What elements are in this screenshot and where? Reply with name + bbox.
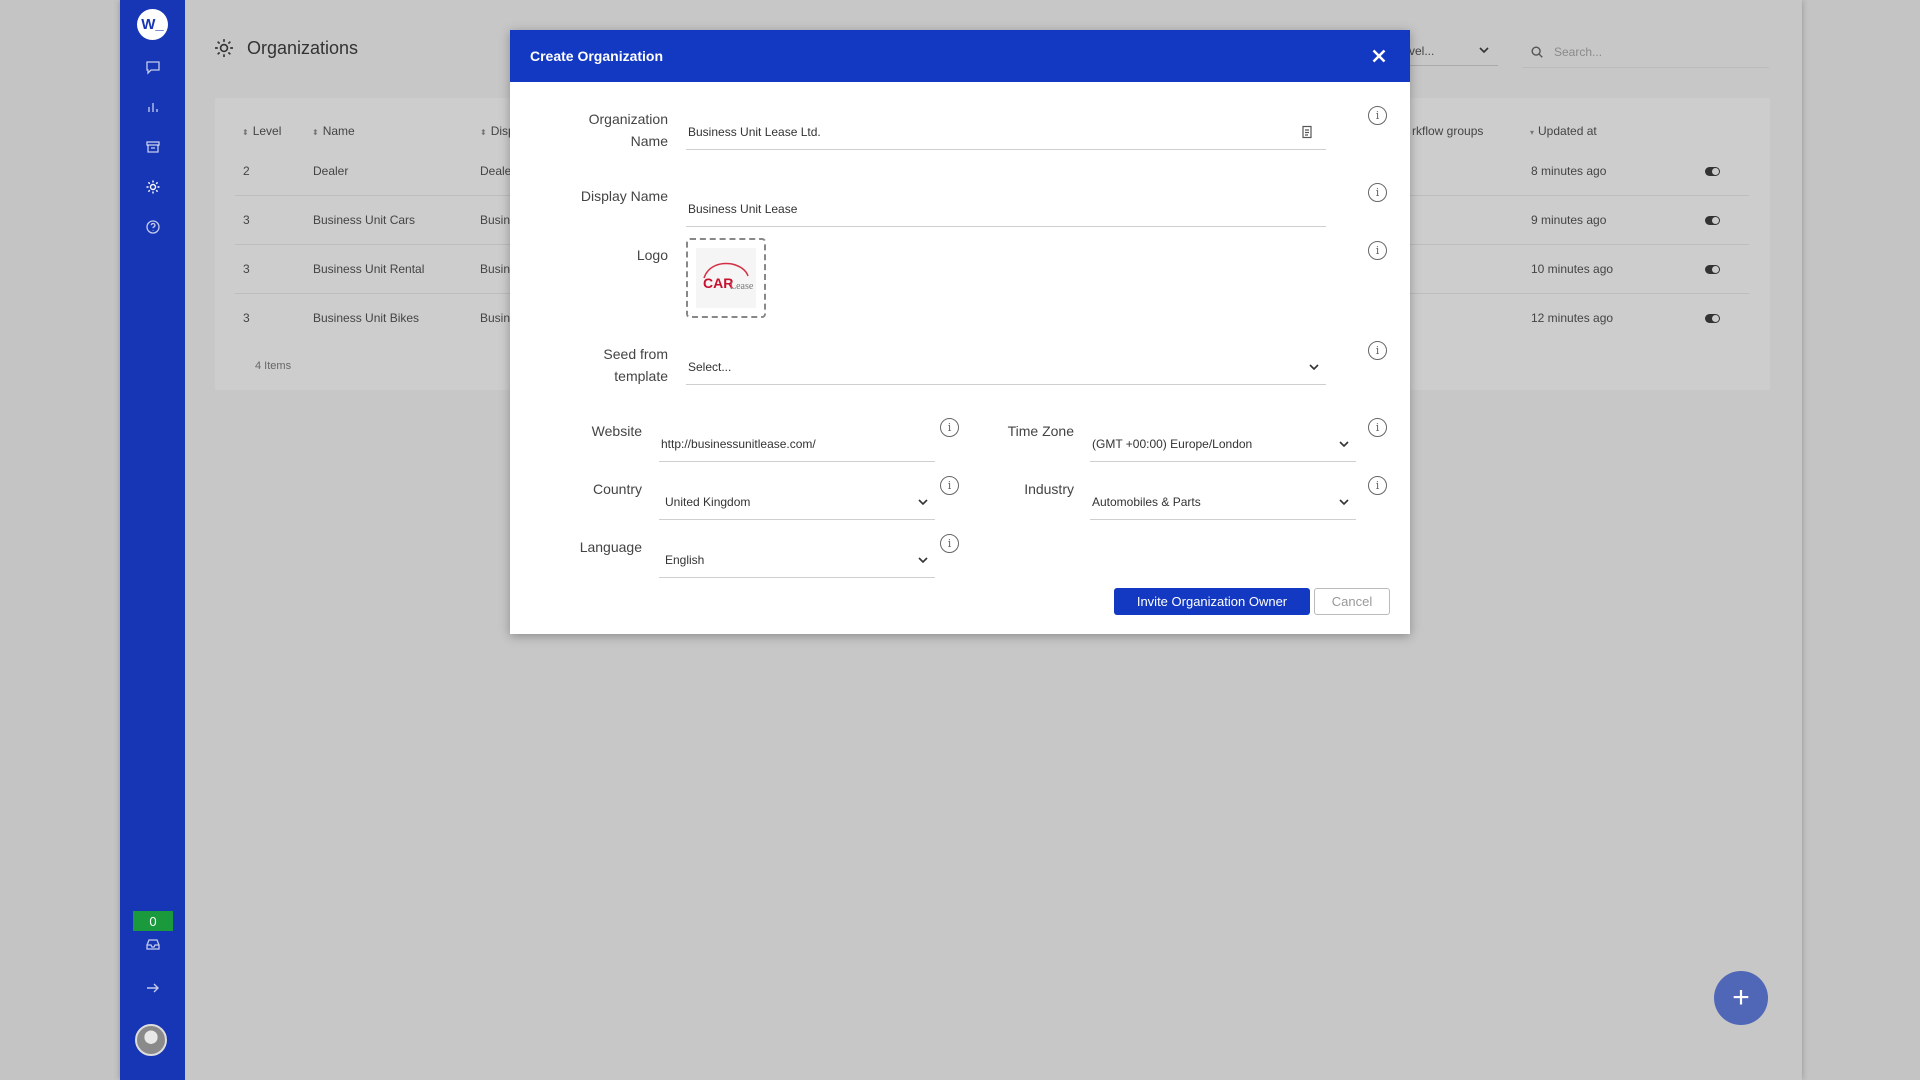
search-placeholder: Search... [1554, 44, 1603, 59]
chevron-down-icon [1479, 47, 1489, 54]
display-name-value: Business Unit Lease [688, 201, 798, 216]
column-header-workflow[interactable]: rkflow groups [1412, 124, 1483, 138]
info-icon[interactable]: i [1368, 341, 1387, 360]
chat-icon[interactable] [142, 56, 164, 78]
inbox-icon[interactable] [142, 933, 164, 955]
cell-level: 3 [243, 311, 250, 325]
search-input[interactable]: Search... [1522, 36, 1769, 68]
search-icon [1531, 45, 1543, 58]
seed-template-label: Seed from template [603, 346, 668, 384]
notification-badge: 0 [133, 911, 173, 931]
row-toggle[interactable] [1705, 314, 1720, 323]
country-select[interactable]: United Kingdom [659, 484, 935, 520]
row-toggle[interactable] [1705, 167, 1720, 176]
cell-updated: 12 minutes ago [1531, 311, 1614, 325]
cell-display: Busin [480, 262, 511, 276]
logo-image: CAR Lease [696, 248, 756, 308]
chevron-down-icon [1309, 364, 1319, 371]
language-value: English [665, 552, 705, 567]
row-toggle[interactable] [1705, 216, 1720, 225]
contact-card-icon [1302, 125, 1312, 139]
country-label: Country [592, 481, 642, 497]
dialog-title: Create Organization [530, 48, 664, 64]
cell-updated: 10 minutes ago [1531, 262, 1614, 276]
chevron-down-icon [1339, 441, 1349, 448]
items-count: 4 Items [255, 360, 292, 372]
page-header: Organizations [213, 37, 358, 59]
website-label: Website [591, 423, 642, 439]
invite-owner-button[interactable]: Invite Organization Owner [1114, 588, 1310, 615]
timezone-value: (GMT +00:00) Europe/London [1092, 436, 1253, 451]
row-toggle[interactable] [1705, 265, 1720, 274]
plus-icon: + [1732, 981, 1750, 1014]
org-name-value: Business Unit Lease Ltd. [688, 124, 821, 139]
logo-label: Logo [636, 247, 668, 263]
org-name-input[interactable]: Business Unit Lease Ltd. [686, 114, 1326, 150]
cell-level: 3 [243, 213, 250, 227]
industry-value: Automobiles & Parts [1092, 494, 1201, 509]
logo-upload[interactable]: CAR Lease [686, 238, 766, 318]
cell-level: 2 [243, 164, 250, 178]
cell-name: Dealer [313, 164, 349, 178]
sidebar: W_ 0 [120, 0, 185, 1080]
add-button[interactable]: + [1714, 971, 1768, 1025]
industry-select[interactable]: Automobiles & Parts [1090, 484, 1356, 520]
app-logo[interactable]: W_ [137, 9, 168, 40]
info-icon[interactable]: i [1368, 106, 1387, 125]
svg-text:Lease: Lease [730, 281, 754, 292]
user-avatar[interactable] [135, 1024, 167, 1056]
website-value: http://businessunitlease.com/ [661, 436, 816, 451]
cell-updated: 8 minutes ago [1531, 164, 1607, 178]
dialog-header: Create Organization [510, 30, 1410, 82]
chevron-down-icon [1339, 499, 1349, 506]
info-icon[interactable]: i [940, 418, 959, 437]
level-filter-select[interactable]: vel... [1405, 36, 1498, 66]
cell-display: Busin [480, 213, 511, 227]
org-name-label: Organization Name [588, 111, 668, 149]
info-icon[interactable]: i [1368, 418, 1387, 437]
seed-template-select[interactable]: Select... [686, 349, 1326, 385]
timezone-select[interactable]: (GMT +00:00) Europe/London [1090, 426, 1356, 462]
display-name-label: Display Name [580, 188, 668, 204]
cell-name: Business Unit Bikes [313, 311, 420, 325]
chevron-down-icon [918, 557, 928, 564]
info-icon[interactable]: i [1368, 183, 1387, 202]
chart-icon[interactable] [142, 96, 164, 118]
info-icon[interactable]: i [940, 534, 959, 553]
language-label: Language [579, 539, 642, 555]
gear-icon[interactable] [142, 176, 164, 198]
cell-level: 3 [243, 262, 250, 276]
page-title: Organizations [247, 37, 359, 58]
info-icon[interactable]: i [940, 476, 959, 495]
info-icon[interactable]: i [1368, 476, 1387, 495]
industry-label: Industry [1024, 481, 1074, 497]
column-header-level[interactable]: ⬍ Level [242, 124, 281, 138]
seed-template-value: Select... [688, 359, 732, 374]
cell-name: Business Unit Rental [313, 262, 425, 276]
gear-icon [215, 39, 233, 57]
info-icon[interactable]: i [1368, 241, 1387, 260]
arrow-right-icon[interactable] [142, 977, 164, 999]
website-input[interactable]: http://businessunitlease.com/ [659, 426, 935, 462]
svg-text:CAR: CAR [703, 275, 733, 291]
chevron-down-icon [918, 499, 928, 506]
cancel-button[interactable]: Cancel [1314, 588, 1390, 615]
timezone-label: Time Zone [1007, 423, 1074, 439]
create-organization-dialog: Create Organization Organization Name Bu… [510, 30, 1410, 634]
cell-display: Deale [480, 164, 512, 178]
cell-display: Busin [480, 311, 511, 325]
language-select[interactable]: English [659, 542, 935, 578]
help-icon[interactable] [142, 216, 164, 238]
level-filter-value: vel... [1409, 43, 1435, 58]
close-icon[interactable] [1368, 45, 1390, 67]
column-header-name[interactable]: ⬍ Name [312, 124, 355, 138]
cell-name: Business Unit Cars [313, 213, 416, 227]
cell-updated: 9 minutes ago [1531, 213, 1607, 227]
country-value: United Kingdom [665, 494, 751, 509]
display-name-input[interactable]: Business Unit Lease [686, 191, 1326, 227]
column-header-updated[interactable]: ▾ Updated at [1530, 124, 1597, 138]
archive-icon[interactable] [142, 136, 164, 158]
